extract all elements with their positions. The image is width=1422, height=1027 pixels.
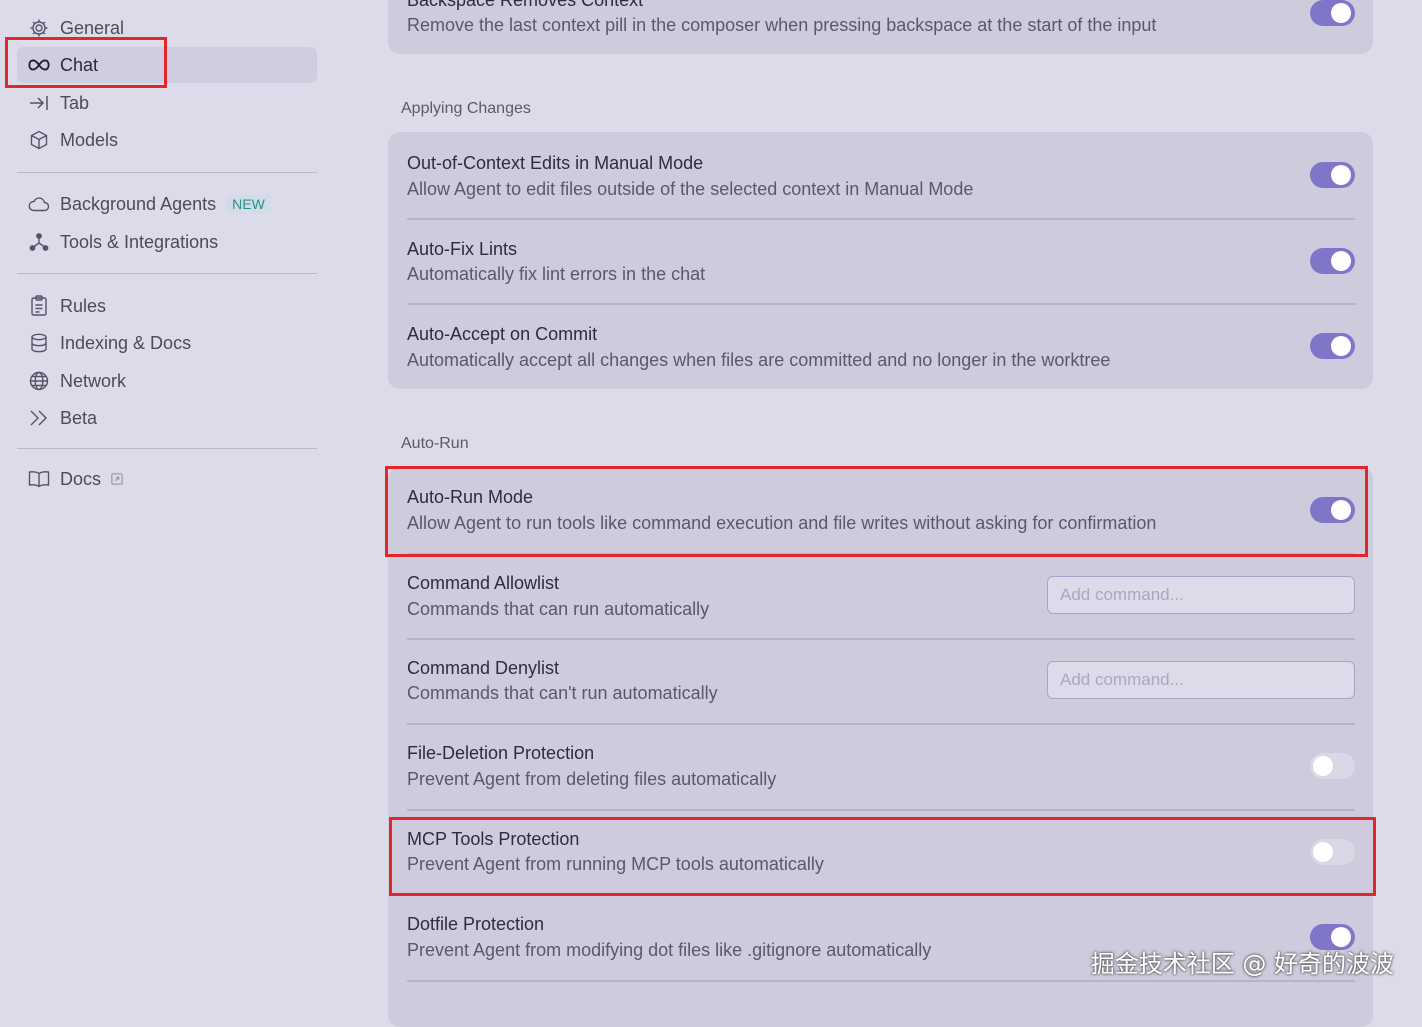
new-badge: NEW <box>226 194 271 214</box>
sidebar-item-chat[interactable]: Chat <box>17 47 317 83</box>
setting-description: Commands that can't run automatically <box>407 683 718 703</box>
database-icon <box>28 332 50 354</box>
arrow-right-bar-icon <box>28 92 50 114</box>
auto-fix-lints-toggle[interactable] <box>1310 248 1355 274</box>
watermark-text: 掘金技术社区 @ 好奇的波波 <box>1090 950 1394 978</box>
setting-description: Allow Agent to run tools like command ex… <box>407 513 1157 533</box>
sidebar-divider <box>17 448 317 449</box>
toggle-knob <box>1331 165 1351 185</box>
cube-icon <box>28 129 50 151</box>
toggle-knob <box>1331 251 1351 271</box>
setting-description: Prevent Agent from deleting files automa… <box>407 769 777 789</box>
setting-title: Auto-Fix Lints <box>407 239 518 259</box>
sidebar-item-label: Indexing & Docs <box>60 332 192 353</box>
auto-run-card: Auto-Run Mode Allow Agent to run tools l… <box>388 467 1373 1027</box>
section-heading-auto-run: Auto-Run <box>401 435 469 452</box>
setting-description: Remove the last context pill in the comp… <box>407 15 1157 35</box>
section-heading-applying-changes: Applying Changes <box>401 100 531 117</box>
sidebar-item-background-agents[interactable]: Background Agents NEW <box>17 186 317 222</box>
sidebar-item-general[interactable]: General <box>17 10 317 46</box>
sidebar-item-label: Tools & Integrations <box>60 231 219 252</box>
command-denylist-input[interactable] <box>1047 661 1355 699</box>
setting-title: File-Deletion Protection <box>407 743 595 763</box>
settings-sidebar: General Chat Tab Models Background Agent… <box>0 0 340 1002</box>
toggle-knob <box>1331 336 1351 356</box>
row-divider <box>407 980 1355 982</box>
setting-title: Out-of-Context Edits in Manual Mode <box>407 153 704 173</box>
sidebar-divider <box>17 273 317 274</box>
setting-row-command-denylist: Command Denylist Commands that can't run… <box>407 638 1355 723</box>
agent-settings-card: Backspace Removes Context Remove the las… <box>388 0 1373 54</box>
sidebar-item-network[interactable]: Network <box>17 363 317 399</box>
cloud-icon <box>28 193 50 215</box>
sidebar-item-label: Docs <box>60 468 102 489</box>
nodes-icon <box>28 231 50 253</box>
setting-row-out-of-context-edits: Out-of-Context Edits in Manual Mode Allo… <box>407 132 1355 218</box>
sidebar-item-label: Network <box>60 370 127 391</box>
external-link-icon <box>111 473 123 485</box>
setting-description: Commands that can run automatically <box>407 599 710 619</box>
setting-title: MCP Tools Protection <box>407 829 580 849</box>
auto-accept-on-commit-toggle[interactable] <box>1310 333 1355 359</box>
setting-title: Backspace Removes Context <box>407 0 644 10</box>
gear-icon <box>28 17 50 39</box>
toggle-knob <box>1331 500 1351 520</box>
book-icon <box>28 468 50 490</box>
setting-description: Allow Agent to edit files outside of the… <box>407 179 974 199</box>
sidebar-item-tools-integrations[interactable]: Tools & Integrations <box>17 224 317 260</box>
setting-row-mcp-tools-protection: MCP Tools Protection Prevent Agent from … <box>407 809 1355 894</box>
sidebar-item-label: General <box>60 17 125 38</box>
setting-title: Command Denylist <box>407 658 560 678</box>
setting-title: Command Allowlist <box>407 573 560 593</box>
applying-changes-card: Out-of-Context Edits in Manual Mode Allo… <box>388 132 1373 389</box>
sidebar-item-label: Beta <box>60 407 98 428</box>
sidebar-item-docs[interactable]: Docs <box>17 461 317 497</box>
sidebar-item-label: Models <box>60 129 119 150</box>
out-of-context-edits-toggle[interactable] <box>1310 162 1355 188</box>
backspace-context-toggle[interactable] <box>1310 0 1355 26</box>
infinity-icon <box>28 54 50 76</box>
auto-run-mode-toggle[interactable] <box>1310 497 1355 523</box>
file-deletion-protection-toggle[interactable] <box>1310 753 1355 779</box>
setting-row-auto-run-mode: Auto-Run Mode Allow Agent to run tools l… <box>407 467 1355 553</box>
sidebar-item-label: Rules <box>60 295 107 316</box>
setting-title: Dotfile Protection <box>407 914 545 934</box>
toggle-knob <box>1331 3 1351 23</box>
sidebar-item-beta[interactable]: Beta <box>17 400 317 436</box>
setting-title: Auto-Accept on Commit <box>407 324 598 344</box>
setting-description: Prevent Agent from running MCP tools aut… <box>407 854 824 874</box>
toggle-knob <box>1313 842 1333 862</box>
sidebar-item-tab[interactable]: Tab <box>17 85 317 121</box>
sidebar-item-indexing-docs[interactable]: Indexing & Docs <box>17 325 317 361</box>
clipboard-icon <box>28 295 50 317</box>
setting-title: Auto-Run Mode <box>407 487 534 507</box>
sidebar-item-rules[interactable]: Rules <box>17 288 317 324</box>
setting-row-file-deletion-protection: File-Deletion Protection Prevent Agent f… <box>407 723 1355 809</box>
sidebar-divider <box>17 172 317 173</box>
command-allowlist-input[interactable] <box>1047 576 1355 614</box>
double-chevron-icon <box>28 407 50 429</box>
setting-row-command-allowlist: Command Allowlist Commands that can run … <box>407 553 1355 638</box>
sidebar-item-label: Chat <box>60 54 99 75</box>
toggle-knob <box>1313 756 1333 776</box>
globe-icon <box>28 370 50 392</box>
setting-row-auto-accept-on-commit: Auto-Accept on Commit Automatically acce… <box>407 303 1355 389</box>
setting-row-backspace-removes-context: Backspace Removes Context Remove the las… <box>407 0 1355 54</box>
mcp-tools-protection-toggle[interactable] <box>1310 839 1355 865</box>
sidebar-item-label: Tab <box>60 92 90 113</box>
setting-description: Automatically accept all changes when fi… <box>407 350 1111 370</box>
setting-description: Prevent Agent from modifying dot files l… <box>407 940 932 960</box>
setting-description: Automatically fix lint errors in the cha… <box>407 264 706 284</box>
sidebar-item-label: Background Agents <box>60 193 217 214</box>
sidebar-item-models[interactable]: Models <box>17 122 317 158</box>
setting-row-auto-fix-lints: Auto-Fix Lints Automatically fix lint er… <box>407 218 1355 304</box>
